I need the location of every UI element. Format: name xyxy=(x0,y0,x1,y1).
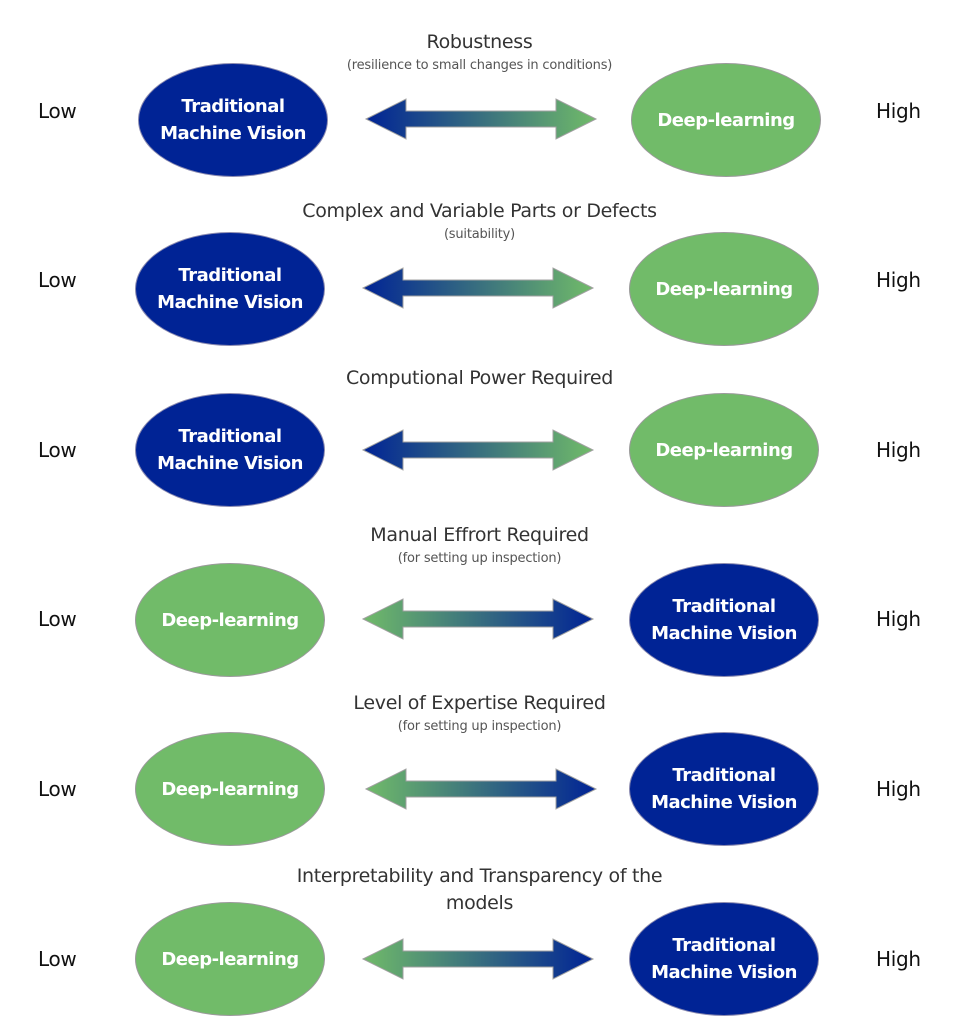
traditional-machine-vision-ellipse: Traditional Machine Vision xyxy=(629,732,819,846)
ellipse-label: Traditional Machine Vision xyxy=(157,265,303,313)
deep-learning-ellipse: Deep-learning xyxy=(135,732,325,846)
low-label: Low xyxy=(38,947,77,971)
ellipse-label: Deep-learning xyxy=(655,439,793,461)
ellipse-label: Deep-learning xyxy=(657,109,795,131)
traditional-machine-vision-ellipse: Traditional Machine Vision xyxy=(135,393,325,507)
high-label: High xyxy=(876,438,921,462)
row-title: Interpretability and Transparency of the… xyxy=(296,865,663,914)
traditional-machine-vision-ellipse: Traditional Machine Vision xyxy=(629,902,819,1016)
double-arrow-icon xyxy=(361,598,595,640)
ellipse-label: Deep-learning xyxy=(161,948,299,970)
ellipse-label: Deep-learning xyxy=(161,609,299,631)
deep-learning-ellipse: Deep-learning xyxy=(135,563,325,677)
deep-learning-ellipse: Deep-learning xyxy=(629,393,819,507)
row-subtitle: (resilience to small changes in conditio… xyxy=(346,58,613,73)
low-label: Low xyxy=(38,777,77,801)
low-label: Low xyxy=(38,438,77,462)
high-label: High xyxy=(876,268,921,292)
row-subtitle: (for setting up inspection) xyxy=(397,551,562,566)
low-label: Low xyxy=(38,268,77,292)
ellipse-label: Deep-learning xyxy=(655,278,793,300)
low-label: Low xyxy=(38,607,77,631)
high-label: High xyxy=(876,99,921,123)
row-title: Robustness xyxy=(426,31,533,53)
row-title: Level of Expertise Required xyxy=(353,692,606,714)
double-arrow-icon xyxy=(364,768,598,810)
ellipse-label: Traditional Machine Vision xyxy=(651,596,797,644)
traditional-machine-vision-ellipse: Traditional Machine Vision xyxy=(138,63,328,177)
high-label: High xyxy=(876,607,921,631)
traditional-machine-vision-ellipse: Traditional Machine Vision xyxy=(629,563,819,677)
ellipse-label: Traditional Machine Vision xyxy=(160,96,306,144)
row-subtitle: (for setting up inspection) xyxy=(397,719,562,734)
row-title: Manual Effrort Required xyxy=(370,524,589,546)
ellipse-label: Deep-learning xyxy=(161,778,299,800)
row-title: Complex and Variable Parts or Defects xyxy=(302,200,657,222)
ellipse-label: Traditional Machine Vision xyxy=(651,935,797,983)
row-subtitle: (suitability) xyxy=(443,227,516,242)
double-arrow-icon xyxy=(361,429,595,471)
high-label: High xyxy=(876,777,921,801)
deep-learning-ellipse: Deep-learning xyxy=(631,63,821,177)
high-label: High xyxy=(876,947,921,971)
double-arrow-icon xyxy=(361,267,595,309)
ellipse-label: Traditional Machine Vision xyxy=(651,765,797,813)
ellipse-label: Traditional Machine Vision xyxy=(157,426,303,474)
deep-learning-ellipse: Deep-learning xyxy=(629,232,819,346)
deep-learning-ellipse: Deep-learning xyxy=(135,902,325,1016)
row-title: Computional Power Required xyxy=(345,367,614,389)
double-arrow-icon xyxy=(364,98,598,140)
double-arrow-icon xyxy=(361,938,595,980)
low-label: Low xyxy=(38,99,77,123)
traditional-machine-vision-ellipse: Traditional Machine Vision xyxy=(135,232,325,346)
